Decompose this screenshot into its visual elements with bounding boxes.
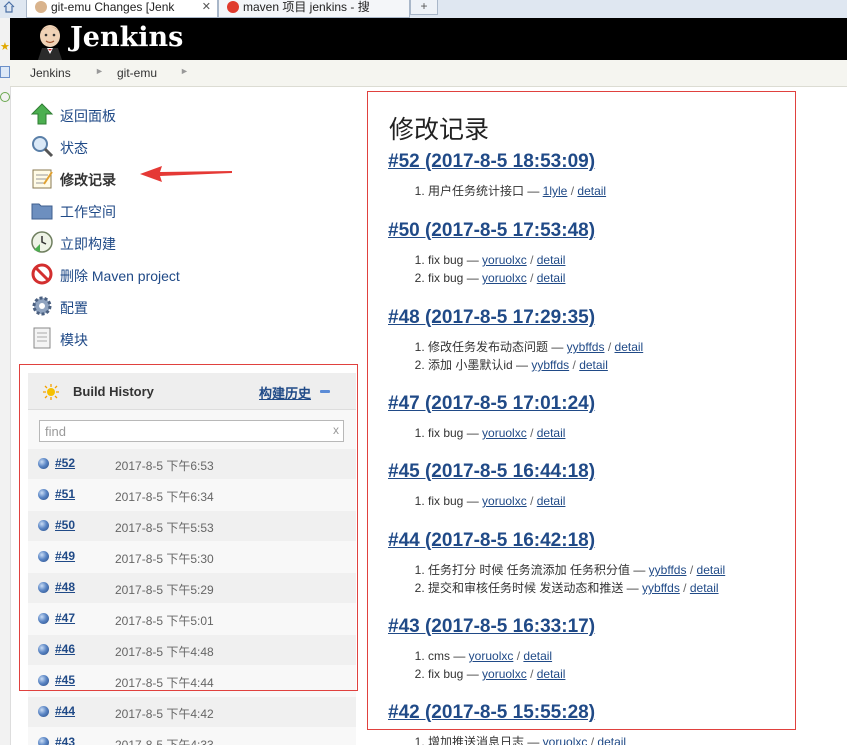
magnifier-icon [32,136,54,158]
sogou-favicon-icon [227,1,239,13]
annotation-highlight-box [367,91,796,730]
new-tab-button[interactable]: + [410,0,438,15]
up-arrow-icon [30,103,54,125]
sidebar-item-label: 删除 Maven project [60,268,180,284]
change-message: 增加推送消息日志 — [428,735,543,745]
notepad-icon [32,169,53,189]
gear-icon [32,296,52,316]
build-row: #44 2017-8-5 下午4:42 [28,697,356,727]
change-item: 增加推送消息日志 — yoruolxc / detail [428,733,626,745]
breadcrumb: Jenkins ► git-emu ► [10,60,847,87]
blue-ball-status-icon [38,706,49,717]
build-number-link[interactable]: #44 [55,704,75,718]
history-icon[interactable] [0,66,10,78]
blue-ball-status-icon [38,737,49,745]
build-date[interactable]: 2017-8-5 下午4:33 [115,736,214,745]
folder-icon [31,203,53,220]
annotation-arrow-icon [140,166,232,182]
browser-tab-search[interactable]: maven 项目 jenkins - 搜 [218,0,410,18]
annotation-highlight-box [19,364,358,691]
breadcrumb-git-emu[interactable]: git-emu [117,66,157,80]
tab-title: git-emu Changes [Jenk [51,0,175,14]
tab-title: maven 项目 jenkins - 搜 [243,0,370,14]
browser-tab-bar: git-emu Changes [Jenk ✕ maven 项目 jenkins… [0,0,847,19]
clock-icon [31,231,53,253]
sidebar-item-label: 返回面板 [60,108,116,124]
browser-tab-jenkins[interactable]: git-emu Changes [Jenk ✕ [26,0,218,18]
sidebar-item-label: 修改记录 [60,172,116,188]
sidebar-item-label: 模块 [60,332,88,348]
breadcrumb-separator-icon: ► [95,66,104,76]
jenkins-favicon-icon [35,1,47,13]
refresh-icon[interactable] [0,92,10,102]
favorites-star-icon[interactable]: ★ [0,40,10,53]
jenkins-title[interactable]: Jenkins [70,21,183,55]
jenkins-butler-logo-icon[interactable] [32,22,68,60]
author-link[interactable]: yoruolxc [543,735,588,745]
sidebar-item-label: 工作空间 [60,204,116,220]
sidebar-item-label: 立即构建 [60,236,116,252]
home-icon[interactable] [3,1,15,13]
no-entry-icon [31,263,53,285]
breadcrumb-separator-icon: ► [180,66,189,76]
build-date[interactable]: 2017-8-5 下午4:42 [115,705,214,722]
browser-sidebar: ★ [0,18,11,745]
change-list: 增加推送消息日志 — yoruolxc / detail [388,733,626,745]
build-number-link[interactable]: #43 [55,735,75,745]
close-tab-icon[interactable]: ✕ [202,0,211,15]
jenkins-header: Jenkins [10,18,847,60]
sidebar-item-label: 配置 [60,300,88,316]
detail-link[interactable]: detail [597,735,626,745]
document-icon [33,327,51,349]
sidebar-item-label: 状态 [60,140,88,156]
breadcrumb-jenkins[interactable]: Jenkins [30,66,71,80]
build-row: #43 2017-8-5 下午4:33 [28,728,356,745]
